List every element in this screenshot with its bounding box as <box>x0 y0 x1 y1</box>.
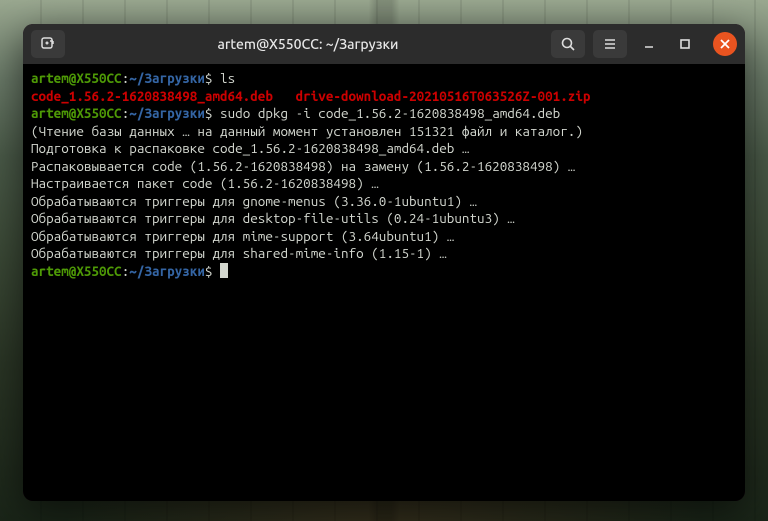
terminal-window: artem@X550CC: ~/Загрузки <box>23 24 745 501</box>
output-line: Обрабатываются триггеры для shared-mime-… <box>31 245 447 261</box>
close-icon <box>719 38 731 50</box>
prompt-dollar: $ <box>205 70 213 86</box>
prompt-path: ~/Загрузки <box>129 105 205 121</box>
terminal-body[interactable]: artem@X550CC:~/Загрузки$ ls code_1.56.2-… <box>23 64 745 501</box>
window-title: artem@X550CC: ~/Загрузки <box>65 36 551 52</box>
output-line: Обрабатываются триггеры для desktop-file… <box>31 210 515 226</box>
search-button[interactable] <box>551 30 585 58</box>
new-tab-icon <box>40 36 56 52</box>
menu-button[interactable] <box>593 30 627 58</box>
maximize-button[interactable] <box>671 30 699 58</box>
close-button[interactable] <box>713 32 737 56</box>
command-1: ls <box>220 70 235 86</box>
prompt-path: ~/Загрузки <box>129 70 205 86</box>
prompt-user-host: artem@X550CC <box>31 70 122 86</box>
prompt-dollar: $ <box>205 105 213 121</box>
command-2: sudo dpkg -i code_1.56.2-1620838498_amd6… <box>220 105 560 121</box>
search-icon <box>560 36 576 52</box>
prompt-line: artem@X550CC:~/Загрузки$ <box>31 263 212 279</box>
output-line: Распаковывается code (1.56.2-1620838498)… <box>31 158 575 174</box>
output-line: Обрабатываются триггеры для gnome-menus … <box>31 193 477 209</box>
cursor <box>220 263 228 278</box>
file-zip: drive-download-20210516T063526Z-001.zip <box>296 88 591 104</box>
prompt-user-host: artem@X550CC <box>31 105 122 121</box>
minimize-icon <box>642 37 656 51</box>
output-line: (Чтение базы данных … на данный момент у… <box>31 123 583 139</box>
output-line: Настраивается пакет code (1.56.2-1620838… <box>31 175 379 191</box>
prompt-dollar: $ <box>205 263 213 279</box>
prompt-path: ~/Загрузки <box>129 263 205 279</box>
prompt-line: artem@X550CC:~/Загрузки$ <box>31 70 212 86</box>
hamburger-icon <box>602 36 618 52</box>
prompt-user-host: artem@X550CC <box>31 263 122 279</box>
titlebar[interactable]: artem@X550CC: ~/Загрузки <box>23 24 745 64</box>
minimize-button[interactable] <box>635 30 663 58</box>
output-line: Обрабатываются триггеры для mime-support… <box>31 228 454 244</box>
new-tab-button[interactable] <box>31 30 65 58</box>
file-deb: code_1.56.2-1620838498_amd64.deb <box>31 88 273 104</box>
prompt-line: artem@X550CC:~/Загрузки$ <box>31 105 212 121</box>
maximize-icon <box>678 37 692 51</box>
output-line: Подготовка к распаковке code_1.56.2-1620… <box>31 140 469 156</box>
